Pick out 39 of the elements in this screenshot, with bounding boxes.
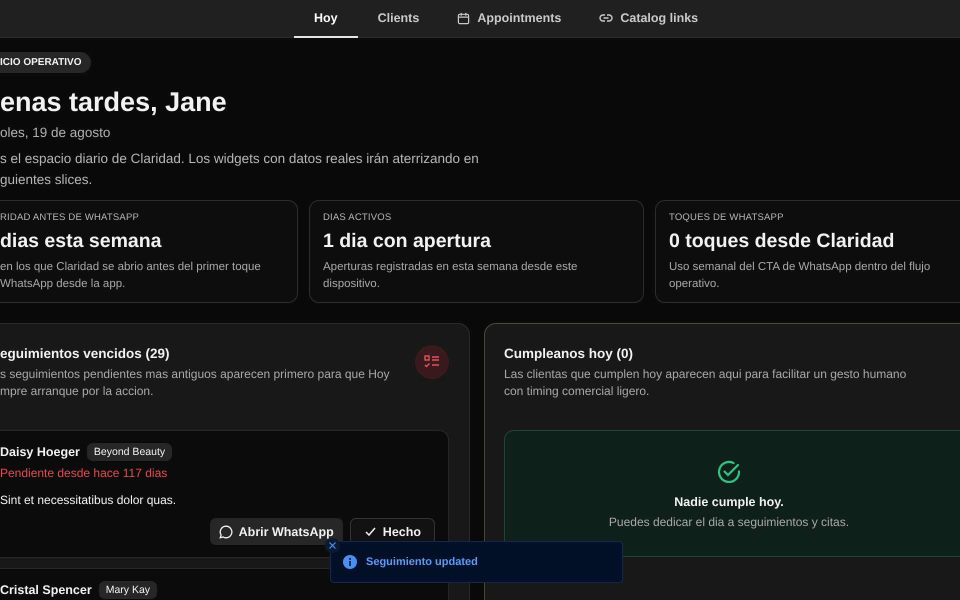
followup-note: Sint et necessitatibus dolor quas.: [0, 493, 178, 507]
nav-tab[interactable]: Clients: [360, 0, 438, 38]
nav-tab[interactable]: Appointments: [439, 0, 580, 38]
brand-tag: Beyond Beauty: [86, 443, 172, 461]
intro-text: s el espacio diario de Claridad. Los widgets con datos reales irán aterrizando en guientes slices.: [0, 150, 480, 189]
stat-description: Aperturas registradas en esta semana desde este dispositivo.: [323, 260, 578, 292]
client-name: Cristal Spencer: [0, 583, 92, 597]
stat-description: en los que Claridad se abrio antes del primer toque WhatsApp desde la app.: [0, 260, 262, 292]
nav-tab[interactable]: Catalog links: [581, 0, 716, 38]
panel-description: Las clientas que cumplen hoy aparecen aqui para facilitar un gesto humano con timing comercial ligero.: [504, 366, 908, 400]
greeting-heading: enas tardes, Jane: [0, 86, 228, 119]
toast-message: Seguimiento updated: [366, 556, 478, 568]
brand-tag: Mary Kay: [98, 581, 158, 599]
close-icon: [329, 542, 336, 549]
overdue-text: Pendiente desde hace 117 dias: [0, 466, 168, 480]
stat-value: 0 toques desde Claridad: [669, 230, 896, 253]
calendar-icon: [457, 12, 470, 24]
stat-description: Uso semanal del CTA de WhatsApp dentro del flujo operativo.: [669, 260, 932, 292]
chat-bubble-icon: [218, 524, 233, 538]
nav-tab[interactable]: Hoy: [294, 0, 358, 38]
stat-label: DIAS ACTIVOS: [323, 212, 392, 223]
empty-state-title: Nadie cumple hoy.: [674, 494, 784, 508]
info-icon: [343, 555, 357, 569]
stat-label: RIDAD ANTES DE WHATSAPP: [0, 212, 140, 223]
date-text: oles, 19 de agosto: [0, 125, 112, 140]
check-icon: [364, 525, 377, 538]
client-name: Daisy Hoeger: [0, 445, 80, 459]
stat-label: TOQUES DE WHATSAPP: [669, 212, 785, 223]
check-circle-icon: [716, 458, 742, 484]
link-icon: [599, 13, 614, 23]
empty-state-text: Puedes dedicar el dia a seguimientos y citas.: [608, 514, 850, 528]
stat-value: dias esta semana: [0, 230, 163, 253]
panel-title: eguimientos vencidos (29): [0, 346, 171, 361]
whatsapp-button[interactable]: Abrir WhatsApp: [210, 518, 343, 545]
stat-value: 1 dia con apertura: [323, 230, 492, 253]
panel-title: Cumpleanos hoy (0): [504, 346, 634, 361]
section-badge: ICIO OPERATIVO: [0, 52, 90, 73]
checklist-icon: [415, 345, 449, 379]
panel-description: s seguimientos pendientes mas antiguos aparecen primero para que Hoy mpre arranque por la accion.: [0, 366, 391, 400]
